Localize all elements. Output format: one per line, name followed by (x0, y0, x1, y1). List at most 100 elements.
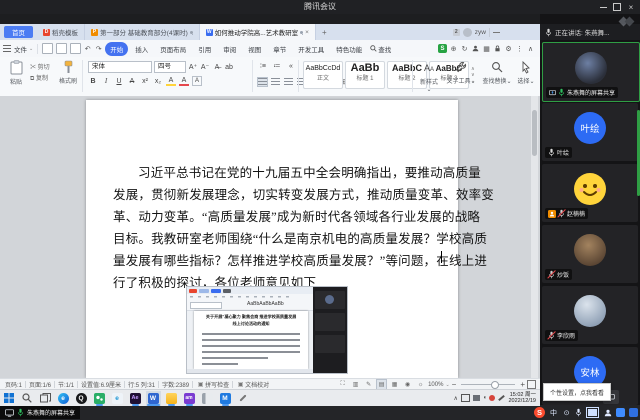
scrollbar-thumb[interactable] (532, 110, 537, 156)
copy-button[interactable]: ⧉ 复制 (30, 73, 48, 83)
font-name-select[interactable]: 宋体 (88, 61, 152, 73)
tray-display-icon[interactable] (461, 394, 470, 402)
text-tool-button[interactable]: 文字工具⌄ (446, 61, 476, 85)
align-left-icon[interactable] (258, 78, 267, 86)
personalization-tooltip[interactable]: 个性设置，点我看看 (543, 383, 611, 401)
ime-mode-icon[interactable]: ⊙ (562, 408, 571, 417)
file-menu[interactable]: 文件 (14, 44, 27, 54)
hamburger-icon[interactable] (3, 45, 11, 52)
numbered-list-icon[interactable]: ≔ (272, 61, 282, 71)
bullet-list-icon[interactable]: ∶≡ (258, 61, 268, 71)
ribbon-tab-home[interactable]: 开始 (105, 42, 128, 56)
participant-tile[interactable]: 炒饭 (542, 225, 638, 283)
screen-share-indicator[interactable]: 朱燕舞的屏幕共享 (0, 406, 80, 419)
avatar[interactable] (463, 28, 472, 37)
participant-tile[interactable]: 叶绘 叶绘 (542, 103, 638, 161)
settings-icon[interactable]: ⚙ (504, 44, 513, 53)
wechat-icon[interactable] (92, 391, 107, 406)
document-page[interactable]: 习近平总书记在党的十九届五中全会明确指出，要推动高质量 发展，贯彻新发展理念，切… (86, 100, 458, 378)
zoom-slider-knob[interactable] (491, 381, 499, 389)
phonetic-icon[interactable]: ab (224, 62, 234, 72)
tray-battery-icon[interactable] (473, 395, 480, 401)
outdent-icon[interactable]: « (286, 61, 296, 71)
wps-sync-icon[interactable]: S (438, 44, 447, 53)
task-view-icon[interactable] (38, 391, 53, 406)
fullscreen-icon[interactable] (527, 380, 536, 389)
zoom-out-icon[interactable]: − (452, 380, 457, 389)
new-style-button[interactable]: AA 新样式⌄ (418, 61, 440, 93)
style-heading1[interactable]: AaBb 标题 1 (345, 61, 385, 89)
embedded-screenshot-image[interactable]: AaBbAaBbAaBb 关于开展“凝心聚力 聚焦会商 推进学校高质量发展” 线… (186, 286, 348, 374)
tab-home[interactable]: 首页 (4, 26, 33, 38)
ime-person-icon[interactable] (603, 408, 612, 417)
tab-doc1[interactable]: P 第一部分 基础教育部分(4课时) (85, 24, 200, 40)
ribbon-tab-layout[interactable]: 页面布局 (155, 42, 191, 56)
close-icon[interactable]: × (624, 1, 638, 13)
increase-font-icon[interactable]: A⁺ (188, 62, 198, 72)
wps-minimize-icon[interactable] (493, 32, 500, 33)
zoom-in-icon[interactable]: + (520, 380, 525, 389)
notebook-app-icon[interactable] (200, 391, 215, 406)
start-button[interactable] (2, 391, 17, 406)
redo-icon[interactable]: ↷ (94, 44, 103, 53)
edge-icon[interactable]: e (56, 391, 71, 406)
undo-icon[interactable]: ↶ (83, 44, 92, 53)
tray-recording-icon[interactable] (489, 395, 495, 401)
strikethrough-icon[interactable]: A (127, 76, 137, 86)
refresh-icon[interactable]: ↻ (460, 44, 469, 53)
ribbon-tab-review[interactable]: 审阅 (218, 42, 241, 56)
ime-voice-icon[interactable] (575, 408, 582, 417)
taskbar-search-icon[interactable] (20, 391, 35, 406)
print-icon[interactable] (56, 43, 67, 54)
tab-docer[interactable]: D 稻壳模板 (37, 24, 85, 40)
wps-taskbar-icon[interactable]: W (146, 391, 161, 406)
tray-expand-icon[interactable]: ∧ (453, 395, 457, 402)
document-scrollbar[interactable] (531, 96, 538, 378)
find-replace-button[interactable]: 查找替换⌄ (482, 61, 512, 85)
align-center-icon[interactable] (271, 78, 280, 86)
participant-tile[interactable]: 李欣雨 (542, 286, 638, 344)
paste-button[interactable]: 粘贴 (6, 60, 26, 86)
minimize-icon[interactable] (596, 1, 610, 13)
member-icon[interactable] (471, 44, 480, 53)
participant-tile[interactable]: 朱燕舞的屏幕共享 (542, 42, 640, 102)
clear-format-icon[interactable]: A̶ (212, 62, 222, 72)
collapse-ribbon-icon[interactable]: ∧ (526, 44, 535, 53)
zoom-level[interactable]: 100% (428, 382, 443, 388)
sogou-icon[interactable]: S (534, 407, 545, 418)
ribbon-tab-view[interactable]: 视图 (243, 42, 266, 56)
save-icon[interactable] (42, 43, 53, 54)
underline-icon[interactable]: U (114, 76, 124, 86)
file-explorer-icon[interactable] (164, 391, 179, 406)
more-icon[interactable]: ⋮ (515, 44, 524, 53)
notification-badge[interactable]: 2 (453, 29, 460, 36)
highlight-color-icon[interactable]: A (166, 76, 176, 86)
status-spellcheck[interactable]: 拼写检查 (205, 380, 229, 389)
superscript-icon[interactable]: x² (140, 76, 150, 86)
pen-app-icon[interactable] (236, 391, 251, 406)
select-button[interactable]: 选择⌄ (516, 61, 536, 85)
ie-icon[interactable]: e (110, 391, 125, 406)
status-word-count[interactable]: 字数:2389 (162, 380, 189, 389)
status-proofread[interactable]: 文档校对 (245, 380, 269, 389)
style-body[interactable]: AaBbCcDd 正文 (303, 61, 343, 89)
cut-button[interactable]: ✂ 剪切 (30, 62, 50, 71)
ime-language-icon[interactable]: 中 (549, 408, 558, 417)
bold-icon[interactable]: B (88, 76, 98, 86)
account-name[interactable]: zyw (475, 29, 486, 36)
format-painter-button[interactable]: 格式刷 (56, 60, 80, 85)
ribbon-tab-features[interactable]: 特色功能 (331, 42, 367, 56)
ribbon-tab-references[interactable]: 引用 (193, 42, 216, 56)
ribbon-tab-section[interactable]: 章节 (268, 42, 291, 56)
after-effects-icon[interactable]: Ae (128, 391, 143, 406)
tab-doc2-active[interactable]: W 如何推动学院高...艺术教研室 × (200, 24, 316, 40)
m-app-icon[interactable]: M (218, 391, 233, 406)
am-app-icon[interactable]: am (182, 391, 197, 406)
lock-icon[interactable] (493, 44, 502, 53)
new-tab-button[interactable]: + (316, 24, 333, 40)
ime-skin-icon[interactable] (616, 408, 625, 417)
find-button[interactable]: 查找 (370, 44, 391, 54)
print-preview-icon[interactable] (70, 43, 81, 54)
ribbon-tab-insert[interactable]: 插入 (130, 42, 153, 56)
font-size-select[interactable]: 四号 (154, 61, 186, 73)
